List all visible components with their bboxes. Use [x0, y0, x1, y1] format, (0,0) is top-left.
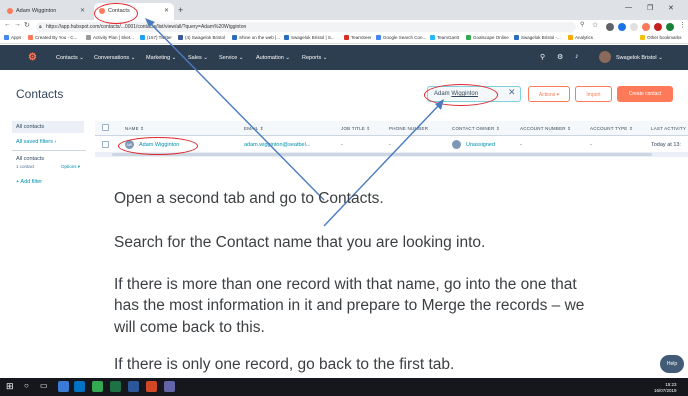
search-icon[interactable]: ○: [24, 381, 29, 390]
teams-icon[interactable]: [164, 381, 175, 392]
arrow-to-tab: [148, 21, 325, 201]
outlook-icon[interactable]: [74, 381, 85, 392]
instruction-line: Open a second tab and go to Contacts.: [114, 190, 384, 207]
file-explorer-icon[interactable]: [58, 381, 69, 392]
windows-start-icon[interactable]: ⊞: [6, 381, 14, 392]
taskbar-clock[interactable]: 15:23 16/07/2019: [654, 382, 677, 394]
excel-icon[interactable]: [110, 381, 121, 392]
task-view-icon[interactable]: ▭: [40, 381, 48, 390]
powerpoint-icon[interactable]: [146, 381, 157, 392]
instruction-line: has the most information in it and prepa…: [114, 297, 585, 314]
instruction-line: will come back to this.: [114, 319, 265, 336]
chrome-icon[interactable]: [92, 381, 103, 392]
windows-taskbar: [0, 378, 688, 396]
word-icon[interactable]: [128, 381, 139, 392]
instruction-line: If there is more than one record with th…: [114, 276, 577, 293]
help-button[interactable]: Help: [660, 355, 684, 373]
clock-date: 16/07/2019: [654, 388, 677, 393]
instruction-line: If there is only one record, go back to …: [114, 356, 455, 373]
instruction-line: Search for the Contact name that you are…: [114, 234, 486, 251]
